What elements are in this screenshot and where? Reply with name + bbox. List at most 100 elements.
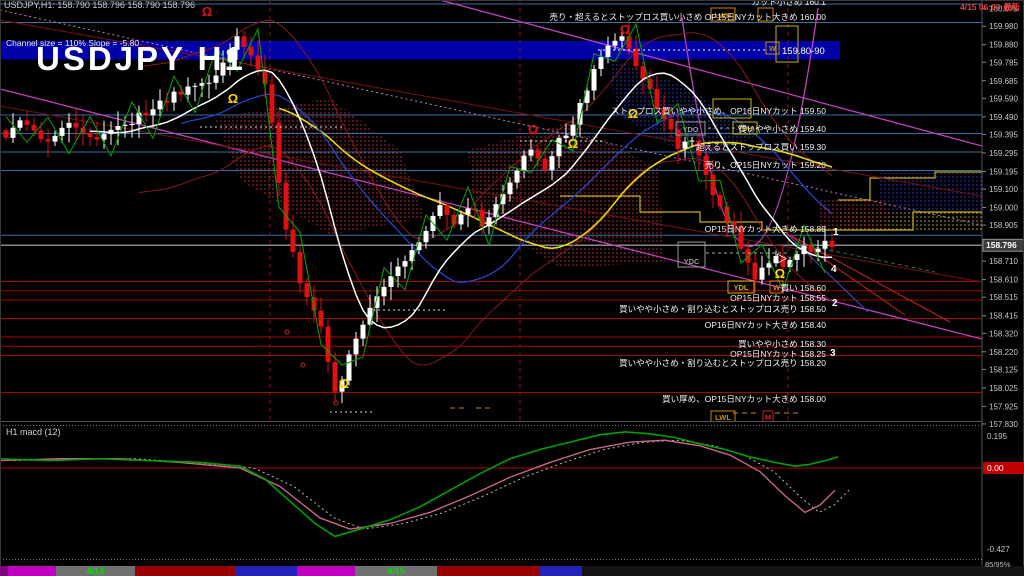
price-axis-label: 158.125 <box>989 365 1018 374</box>
candle-body <box>249 47 254 55</box>
candle-body <box>627 36 632 48</box>
macd-axis-bottom: -0.427 <box>987 545 1010 554</box>
price-axis-label: 158.220 <box>989 348 1018 357</box>
candle-body <box>571 125 576 136</box>
cloud-region <box>820 198 885 232</box>
price-axis-label: 159.490 <box>989 113 1018 122</box>
candle-body <box>809 246 814 252</box>
candle-body <box>760 268 765 280</box>
candle-body <box>144 113 149 116</box>
candle-body <box>4 130 9 137</box>
signal-marker-icon: Ω <box>568 136 578 151</box>
price-axis-label: 157.925 <box>989 402 1018 411</box>
price-axis-label: 159.980 <box>989 22 1018 31</box>
candle-body <box>816 249 821 252</box>
price-axis[interactable]: 160.075159.980159.880159.785159.685159.5… <box>982 0 1024 576</box>
candle-body <box>242 36 247 47</box>
order-annotation: 買いやや小さめ 159.40 <box>738 124 826 134</box>
wave-number: 4 <box>831 264 837 275</box>
candle-body <box>823 241 828 249</box>
candle-body <box>186 87 191 95</box>
candle-body <box>39 131 44 140</box>
candle-body <box>711 175 716 195</box>
price-axis-label: 159.295 <box>989 149 1018 158</box>
signal-marker-icon: ▷ <box>777 250 787 265</box>
candle-body <box>550 156 555 170</box>
candle-body <box>480 210 485 227</box>
candle-body <box>515 171 520 183</box>
price-pane[interactable]: 159.80-90LWHWYDHYDOYDCYDLWLWLMカット小さめ 160… <box>0 0 982 423</box>
candle-body <box>606 46 611 57</box>
price-axis-label: 159.880 <box>989 41 1018 50</box>
candle-body <box>60 128 65 136</box>
order-annotation: 売り・超えるとストップロス買い小さめ OP15日NYカット大きめ 160.00 <box>549 12 826 22</box>
timeline-segment <box>297 566 355 576</box>
order-annotation: OP15日NYカット 158.55 <box>730 293 826 303</box>
object-box-label: YDL <box>734 283 749 292</box>
object-box-label: LWL <box>715 413 731 422</box>
timeline-segment <box>8 566 56 576</box>
order-annotation: 買い 158.60 <box>781 283 827 293</box>
price-axis-label: 159.100 <box>989 185 1018 194</box>
macd-axis-top: 0.195 <box>987 432 1008 441</box>
signal-marker-icon: Ω <box>775 266 785 281</box>
signal-marker-icon: Ω <box>339 376 349 391</box>
candle-body <box>473 208 478 209</box>
candle-body <box>326 327 331 362</box>
price-axis-label: 158.610 <box>989 276 1018 285</box>
macd-pane[interactable] <box>0 432 982 537</box>
candle-body <box>753 263 758 280</box>
candle-body <box>445 205 450 215</box>
signal-marker-icon: Ω <box>628 106 638 121</box>
order-annotation: ストップロス買いやや小さめ、OP16日NYカット 159.50 <box>611 106 826 116</box>
window-frame <box>1 1 1024 576</box>
candle-body <box>207 83 212 84</box>
candle-body <box>193 86 198 87</box>
signal-marker-icon: Ω <box>528 122 538 137</box>
price-axis-label: 158.320 <box>989 329 1018 338</box>
candle-body <box>424 231 429 242</box>
timeline-segment <box>235 566 297 576</box>
timeline-segment <box>540 566 582 576</box>
wave-number: 2 <box>832 298 838 309</box>
price-axis-label: 159.395 <box>989 130 1018 139</box>
candle-body <box>270 84 275 122</box>
order-annotation: 買いやや小さめ 158.30 <box>738 339 826 349</box>
candle-body <box>382 287 387 296</box>
candle-body <box>655 89 660 108</box>
candle-body <box>389 276 394 287</box>
candle-body <box>291 230 296 253</box>
candle-body <box>256 55 261 69</box>
candle-body <box>459 214 464 224</box>
candle-body <box>522 156 527 171</box>
wave-number: 3 <box>830 348 836 359</box>
current-price-value: 158.796 <box>986 240 1017 250</box>
candle-body <box>690 141 695 142</box>
timeline-date-label: 4/14 <box>87 566 105 576</box>
candle-body <box>634 49 639 67</box>
candle-body <box>599 57 604 69</box>
candle-body <box>32 125 37 131</box>
macd-signal-line <box>0 440 835 529</box>
object-box-label: YDO <box>682 125 698 134</box>
macd-main-line <box>0 432 838 537</box>
price-axis-label: 159.195 <box>989 167 1018 176</box>
order-annotation: 超えるとストップロス買い 159.30 <box>696 142 826 152</box>
chart-canvas[interactable]: 159.80-90LWHWYDHYDOYDCYDLWLWLMカット小さめ 160… <box>0 0 1024 576</box>
order-annotation: カット小さめ 160.1 <box>751 0 826 7</box>
price-axis-label: 158.415 <box>989 312 1018 321</box>
candle-body <box>396 267 401 276</box>
trading-chart-window: 159.80-90LWHWYDHYDOYDCYDLWLWLMカット小さめ 160… <box>0 0 1024 576</box>
price-axis-label: 160.075 <box>989 5 1018 14</box>
candle-body <box>116 126 121 130</box>
trend-line[interactable] <box>0 106 982 282</box>
projection-line[interactable] <box>795 243 935 272</box>
candle-body <box>333 362 338 392</box>
candle-body <box>172 92 177 103</box>
candle-body <box>235 36 240 49</box>
candle-body <box>298 252 303 283</box>
session-timeline-bar: 4/144/15 <box>0 566 1024 576</box>
candle-body <box>88 133 93 137</box>
candle-body <box>529 150 534 156</box>
timeline-segment <box>0 566 8 576</box>
